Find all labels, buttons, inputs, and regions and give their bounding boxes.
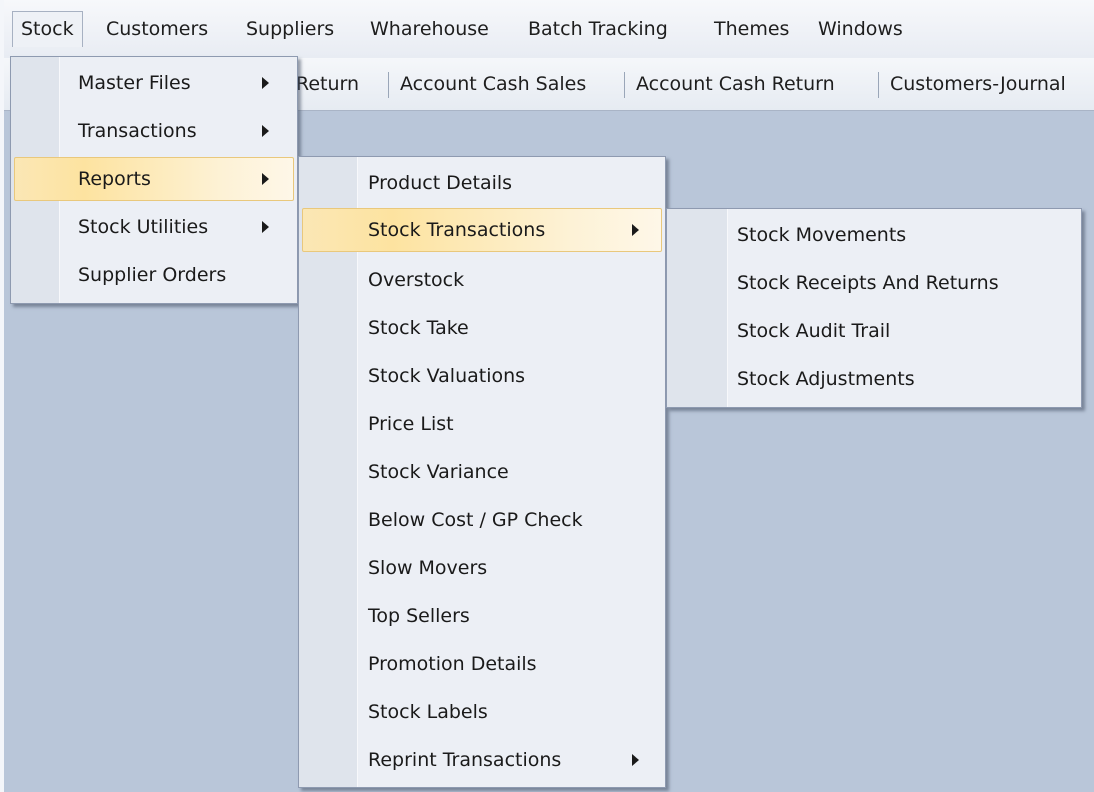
toolbar-separator (388, 72, 389, 98)
menu-item-label: Stock Take (368, 317, 469, 339)
menu-item-stock-labels[interactable]: Stock Labels (302, 690, 662, 734)
stock-transactions-menu: Stock Movements Stock Receipts And Retur… (666, 208, 1082, 408)
menu-item-label: Stock Transactions (368, 219, 546, 241)
menu-bar: Stock Customers Suppliers Wharehouse Bat… (4, 0, 1094, 58)
menu-item-stock-variance[interactable]: Stock Variance (302, 450, 662, 494)
menu-suppliers[interactable]: Suppliers (238, 11, 342, 47)
menu-item-supplier-orders[interactable]: Supplier Orders (14, 253, 294, 297)
menu-windows[interactable]: Windows (810, 11, 911, 47)
toolbar-customers-journal[interactable]: Customers-Journal (890, 68, 1066, 100)
menu-item-master-files[interactable]: Master Files (14, 61, 294, 105)
menu-item-label: Top Sellers (368, 605, 470, 627)
menu-item-label: Transactions (78, 120, 197, 142)
menu-item-reports[interactable]: Reports (14, 157, 294, 201)
toolbar-separator (624, 72, 625, 98)
menu-item-product-details[interactable]: Product Details (302, 161, 662, 205)
submenu-arrow-icon (632, 754, 639, 766)
toolbar-account-cash-sales[interactable]: Account Cash Sales (400, 68, 586, 100)
submenu-arrow-icon (632, 224, 639, 236)
menu-item-label: Stock Variance (368, 461, 509, 483)
menu-batch-tracking[interactable]: Batch Tracking (520, 11, 676, 47)
toolbar-return[interactable]: Return (296, 68, 359, 100)
submenu-arrow-icon (262, 173, 269, 185)
menu-item-label: Supplier Orders (78, 264, 227, 286)
menu-item-label: Master Files (78, 72, 191, 94)
reports-menu: Product Details Stock Transactions Overs… (298, 156, 666, 788)
menu-item-label: Product Details (368, 172, 513, 194)
menu-item-overstock[interactable]: Overstock (302, 258, 662, 302)
menu-stock[interactable]: Stock (12, 11, 83, 47)
submenu-arrow-icon (262, 221, 269, 233)
toolbar-account-cash-return[interactable]: Account Cash Return (636, 68, 835, 100)
menu-item-price-list[interactable]: Price List (302, 402, 662, 446)
menu-item-below-cost-gp-check[interactable]: Below Cost / GP Check (302, 498, 662, 542)
menu-item-label: Promotion Details (368, 653, 537, 675)
menu-item-stock-audit-trail[interactable]: Stock Audit Trail (670, 309, 1078, 353)
menu-item-label: Below Cost / GP Check (368, 509, 583, 531)
stock-menu: Master Files Transactions Reports Stock … (10, 56, 298, 304)
menu-wharehouse[interactable]: Wharehouse (362, 11, 497, 47)
menu-item-transactions[interactable]: Transactions (14, 109, 294, 153)
menu-item-label: Reprint Transactions (368, 749, 562, 771)
menu-item-stock-receipts-and-returns[interactable]: Stock Receipts And Returns (670, 261, 1078, 305)
menu-item-label: Stock Valuations (368, 365, 526, 387)
menu-item-slow-movers[interactable]: Slow Movers (302, 546, 662, 590)
menu-item-top-sellers[interactable]: Top Sellers (302, 594, 662, 638)
menu-item-label: Overstock (368, 269, 465, 291)
menu-item-stock-movements[interactable]: Stock Movements (670, 213, 1078, 257)
menu-themes[interactable]: Themes (706, 11, 797, 47)
menu-item-stock-take[interactable]: Stock Take (302, 306, 662, 350)
menu-item-reprint-transactions[interactable]: Reprint Transactions (302, 738, 662, 782)
menu-item-label: Stock Labels (368, 701, 488, 723)
menu-item-label: Stock Receipts And Returns (737, 272, 999, 294)
menu-item-label: Price List (368, 413, 454, 435)
menu-item-label: Stock Audit Trail (737, 320, 891, 342)
menu-item-label: Reports (78, 168, 151, 190)
menu-item-label: Stock Movements (737, 224, 907, 246)
menu-item-promotion-details[interactable]: Promotion Details (302, 642, 662, 686)
menu-item-label: Slow Movers (368, 557, 488, 579)
menu-customers[interactable]: Customers (98, 11, 216, 47)
menu-item-label: Stock Utilities (78, 216, 209, 238)
submenu-arrow-icon (262, 125, 269, 137)
submenu-arrow-icon (262, 77, 269, 89)
menu-item-stock-utilities[interactable]: Stock Utilities (14, 205, 294, 249)
menu-item-stock-valuations[interactable]: Stock Valuations (302, 354, 662, 398)
menu-item-label: Stock Adjustments (737, 368, 915, 390)
menu-item-stock-transactions[interactable]: Stock Transactions (302, 208, 662, 252)
toolbar-separator (878, 72, 879, 98)
menu-item-stock-adjustments[interactable]: Stock Adjustments (670, 357, 1078, 401)
